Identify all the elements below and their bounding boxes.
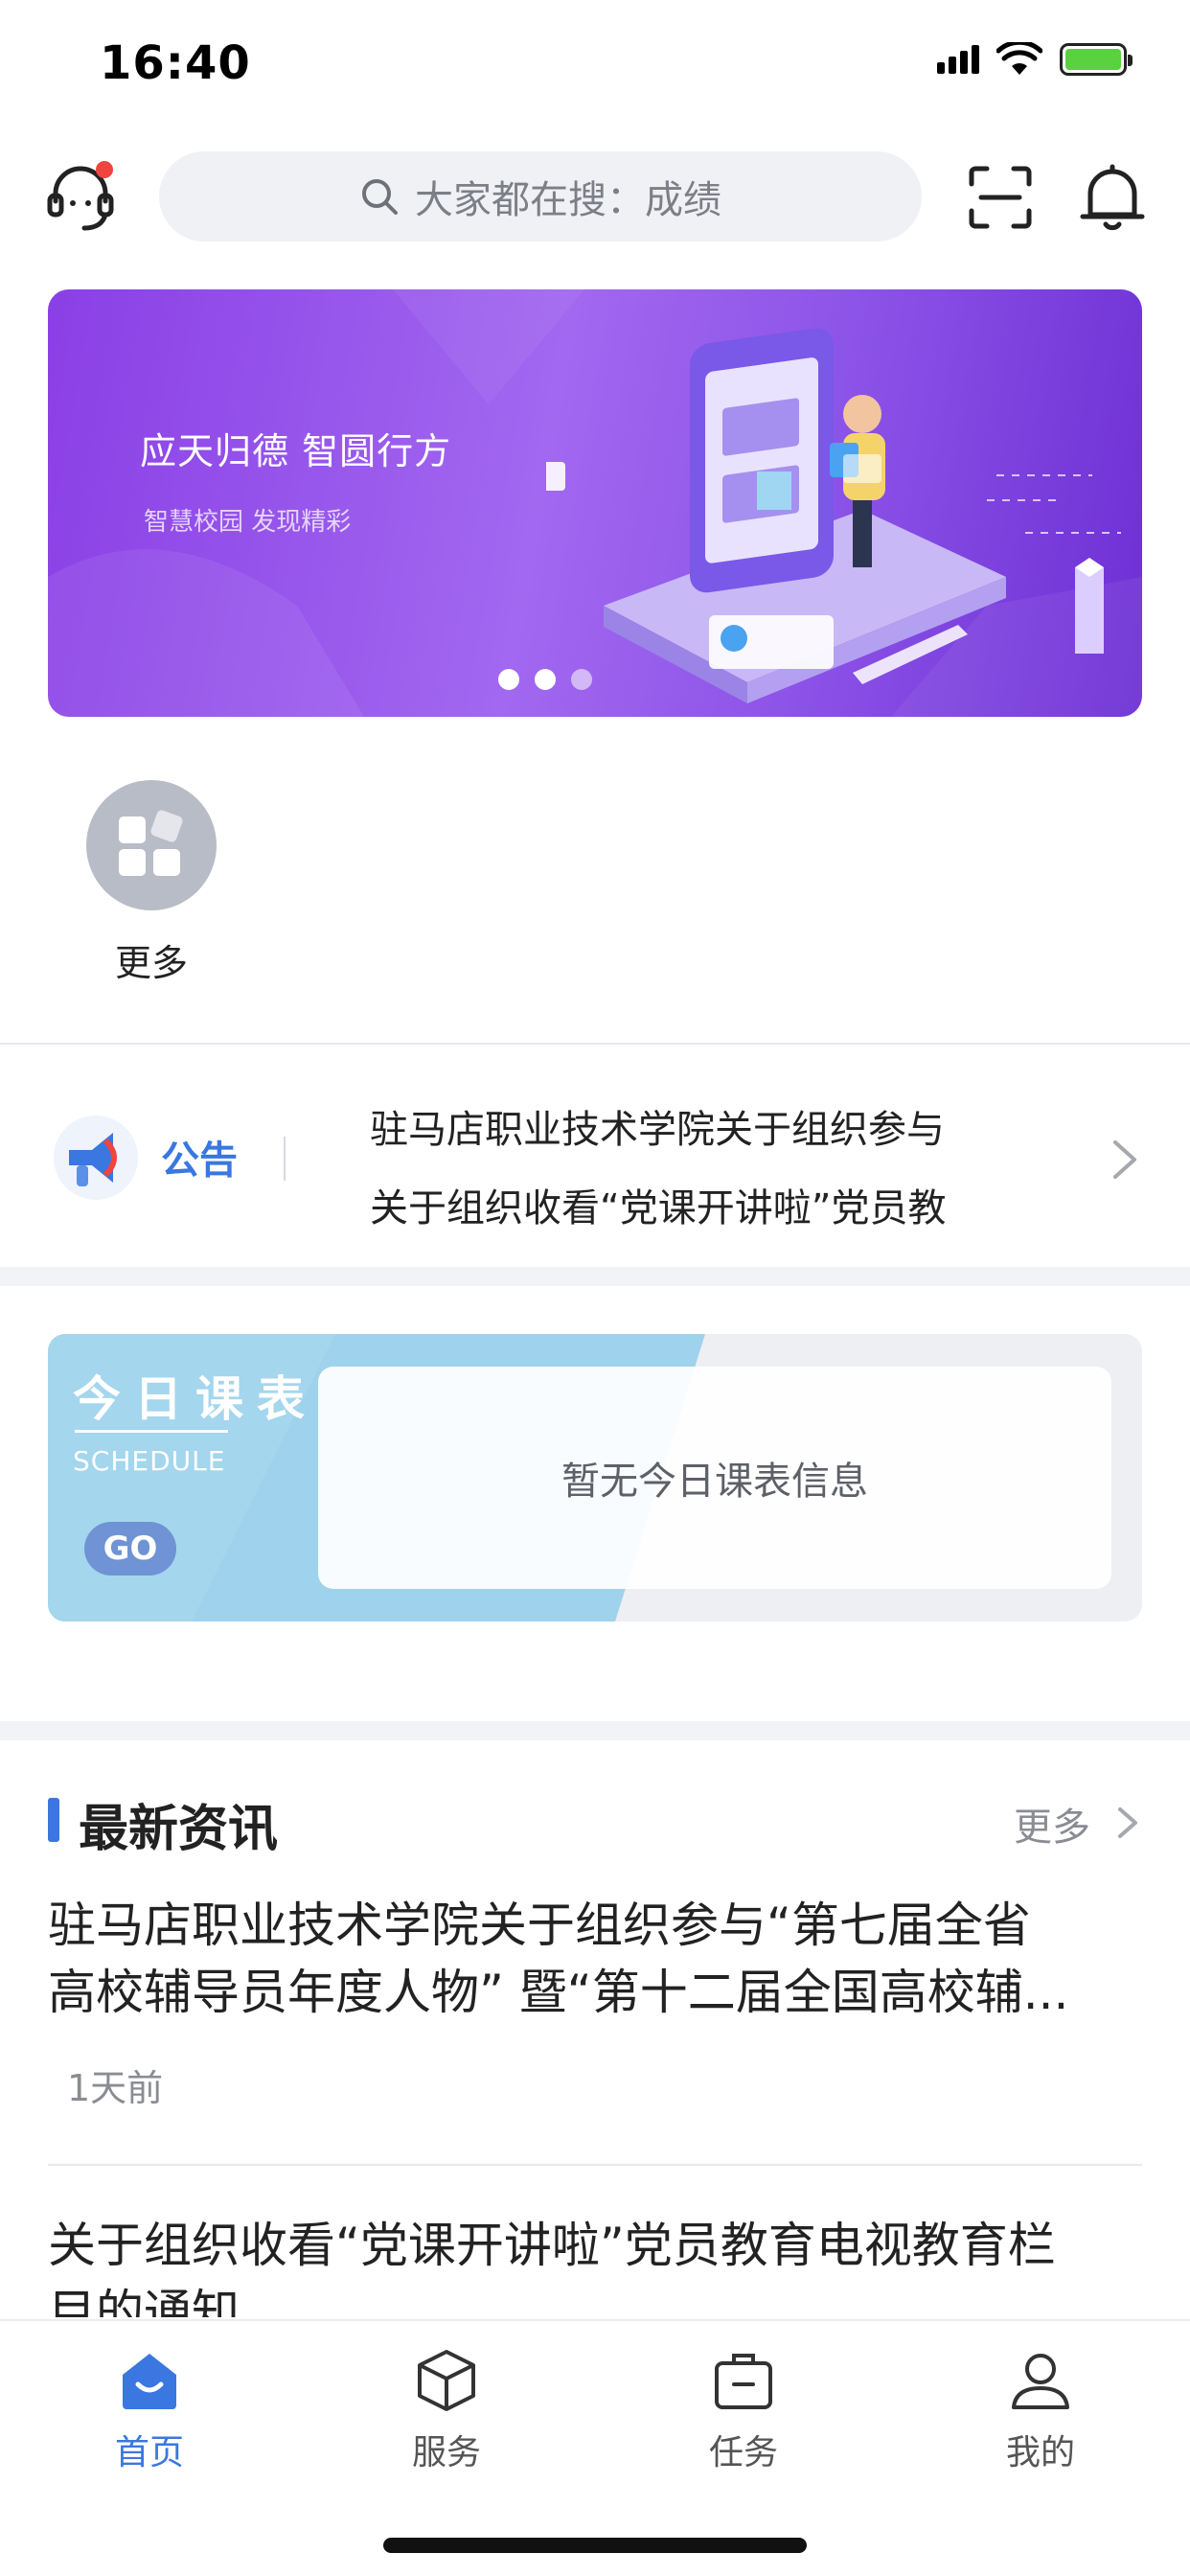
quick-entry-label: 更多 <box>114 942 188 984</box>
megaphone-icon <box>54 1116 138 1200</box>
news-divider <box>48 2164 1142 2166</box>
banner-subtitle: 智慧校园 发现精彩 <box>144 508 352 537</box>
carousel-dot-2[interactable] <box>535 669 556 690</box>
carousel-indicator[interactable] <box>498 669 592 690</box>
news-headline-line: 关于组织收看“党课开讲啦”党员教育电视教育栏 <box>48 2218 1056 2273</box>
news-section-header: 最新资讯 更多 <box>48 1784 1142 1858</box>
section-gap <box>0 1721 1190 1740</box>
status-bar: 16:40 <box>0 0 1190 125</box>
search-icon <box>362 179 398 215</box>
search-placeholder: 大家都在搜：成绩 <box>415 178 721 222</box>
today-schedule-card[interactable]: 今日课表 SCHEDULE GO 暂无今日课表信息 <box>48 1334 1142 1622</box>
schedule-empty-text: 暂无今日课表信息 <box>561 1460 868 1504</box>
tab-label: 首页 <box>114 2433 184 2472</box>
schedule-title-en: SCHEDULE <box>73 1445 226 1477</box>
promo-banner[interactable]: 应天归德 智圆行方 智慧校园 发现精彩 <box>48 289 1142 717</box>
briefcase-icon <box>715 2354 772 2409</box>
news-headline-line: 驻马店职业技术学院关于组织参与“第七届全省 <box>48 1898 1031 1953</box>
cube-icon <box>418 2350 475 2411</box>
top-header: 大家都在搜：成绩 <box>0 144 1190 249</box>
phone-illustration <box>546 328 1121 703</box>
section-gap <box>0 1267 1190 1286</box>
tab-label: 服务 <box>411 2433 481 2472</box>
status-icons <box>937 42 1133 77</box>
section-accent-bar <box>48 1798 59 1842</box>
schedule-title-underline <box>75 1430 228 1433</box>
news-list-item[interactable]: 关于组织收看“党课开讲啦”党员教育电视教育栏 目的通知 <box>48 2212 1142 2317</box>
tab-tasks[interactable]: 任务 <box>648 2346 839 2474</box>
search-input[interactable]: 大家都在搜：成绩 <box>159 151 922 242</box>
notice-item[interactable]: 关于组织收看“党课开讲啦”党员教 <box>370 1169 946 1248</box>
quick-entry-more[interactable]: 更多 <box>84 780 218 986</box>
news-headline[interactable]: 关于组织收看“党课开讲啦”党员教育电视教育栏 目的通知 <box>48 2212 1142 2317</box>
tab-services[interactable]: 服务 <box>351 2346 542 2474</box>
section-divider <box>0 1043 1190 1045</box>
tab-home[interactable]: 首页 <box>54 2346 245 2474</box>
chevron-right-icon[interactable] <box>1108 1137 1142 1183</box>
news-headline-line: 目的通知 <box>48 2285 240 2317</box>
status-time: 16:40 <box>100 36 251 90</box>
carousel-dot-1[interactable] <box>498 669 519 690</box>
battery-icon <box>1060 43 1133 76</box>
news-list-item[interactable]: 驻马店职业技术学院关于组织参与“第七届全省 高校辅导员年度人物” 暨“第十二届全… <box>48 1892 1142 2111</box>
news-more-link[interactable]: 更多 <box>1014 1796 1090 1852</box>
news-time: 1天前 <box>67 2067 164 2109</box>
schedule-go-button[interactable]: GO <box>84 1522 176 1576</box>
wifi-icon <box>996 42 1042 75</box>
chevron-right-icon[interactable] <box>1113 1804 1142 1842</box>
home-indicator[interactable] <box>383 2538 807 2553</box>
schedule-title: 今日课表 <box>73 1371 318 1427</box>
banner-title: 应天归德 智圆行方 <box>140 430 452 472</box>
notification-dot <box>96 161 113 178</box>
user-icon <box>1012 2354 1069 2409</box>
grid-apps-icon <box>86 780 217 910</box>
tab-label: 任务 <box>708 2433 778 2472</box>
tab-profile[interactable]: 我的 <box>945 2346 1136 2474</box>
notice-list[interactable]: 驻马店职业技术学院关于组织参与 关于组织收看“党课开讲啦”党员教 <box>370 1091 946 1248</box>
scan-icon[interactable] <box>968 165 1033 230</box>
cellular-signal-icon <box>937 45 979 74</box>
notice-tag: 公告 <box>161 1138 238 1183</box>
schedule-content: 暂无今日课表信息 <box>318 1367 1111 1589</box>
news-section-title: 最新资讯 <box>79 1801 279 1858</box>
tab-label: 我的 <box>1005 2433 1075 2472</box>
carousel-dot-3[interactable] <box>571 669 592 690</box>
home-icon <box>123 2354 176 2409</box>
notice-bar[interactable]: 公告 驻马店职业技术学院关于组织参与 关于组织收看“党课开讲啦”党员教 <box>0 1048 1190 1267</box>
bell-icon[interactable] <box>1079 163 1146 232</box>
news-headline-line: 高校辅导员年度人物” 暨“第十二届全国高校辅... <box>48 1965 1069 2020</box>
notice-item[interactable]: 驻马店职业技术学院关于组织参与 <box>370 1091 946 1169</box>
notice-separator <box>284 1137 286 1181</box>
news-headline[interactable]: 驻马店职业技术学院关于组织参与“第七届全省 高校辅导员年度人物” 暨“第十二届全… <box>48 1892 1142 2026</box>
